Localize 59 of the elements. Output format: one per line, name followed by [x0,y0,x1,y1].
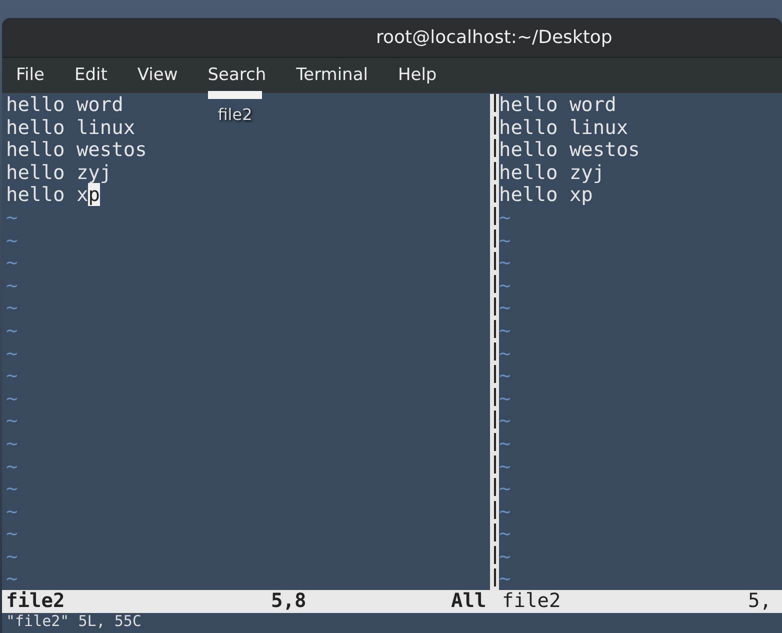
empty-line-marker: ~ [6,251,18,274]
empty-line-marker: ~ [499,206,511,229]
empty-line-marker: ~ [6,432,18,455]
text-line: hello westos [6,138,147,162]
empty-line-marker: ~ [6,274,18,297]
text-line: hello westos [499,138,640,162]
empty-line-marker: ~ [6,544,18,568]
text-line: hello zyj [499,160,605,184]
empty-line-marker: ~ [6,567,18,590]
status-file-name: file2 [6,590,66,613]
empty-line-marker: ~ [6,318,18,342]
text-line: hello word [6,94,124,116]
text-line: hello xp [6,183,100,206]
status-file-name: file2 [502,590,562,613]
cursor-position: 5, [748,590,772,613]
empty-line-marker: ~ [499,454,511,478]
empty-line-marker: ~ [499,477,511,500]
empty-line-marker: ~ [6,364,18,388]
scroll-position: All [451,590,486,613]
empty-line-marker: ~ [6,342,18,365]
empty-line-marker: ~ [499,544,511,568]
empty-line-marker: ~ [6,296,18,320]
empty-line-marker: ~ [6,228,18,252]
empty-line-marker: ~ [499,432,511,455]
menu-item[interactable]: File [6,58,54,92]
text-line: hello word [499,94,616,116]
empty-line-marker: ~ [6,454,18,478]
empty-line-marker: ~ [6,477,18,500]
empty-line-marker: ~ [499,364,511,388]
empty-line-marker: ~ [499,228,511,252]
menu-item[interactable]: Search [198,58,276,92]
empty-line-marker: ~ [499,522,511,546]
empty-line-marker: ~ [499,318,511,342]
empty-line-marker: ~ [6,386,18,410]
empty-line-marker: ~ [499,386,511,410]
file-icon [208,91,262,99]
empty-line-marker: ~ [499,274,511,297]
menu-item[interactable]: Terminal [286,58,378,92]
text-line: hello linux [499,116,628,139]
empty-line-marker: ~ [499,296,511,320]
empty-line-marker: ~ [499,251,511,274]
empty-line-marker: ~ [6,500,18,523]
empty-line-marker: ~ [6,409,18,432]
command-line-message: "file2" 5L, 55C [5,613,142,630]
menu-item[interactable]: View [127,58,188,92]
window-title: root@localhost:~/Desktop [376,26,612,50]
empty-line-marker: ~ [499,500,511,523]
text-line: hello xp [499,183,593,206]
menu-item[interactable]: Edit [64,58,118,92]
empty-line-marker: ~ [499,342,511,365]
text-line: hello zyj [6,160,112,184]
cursor-position: 5,8 [271,590,308,613]
empty-line-marker: ~ [6,206,18,229]
empty-line-marker: ~ [6,522,18,546]
menu-item[interactable]: Help [388,58,447,92]
empty-line-marker: ~ [499,409,511,432]
file-label: file2 [218,105,252,125]
empty-line-marker: ~ [499,567,511,590]
text-line: hello linux [6,116,136,139]
